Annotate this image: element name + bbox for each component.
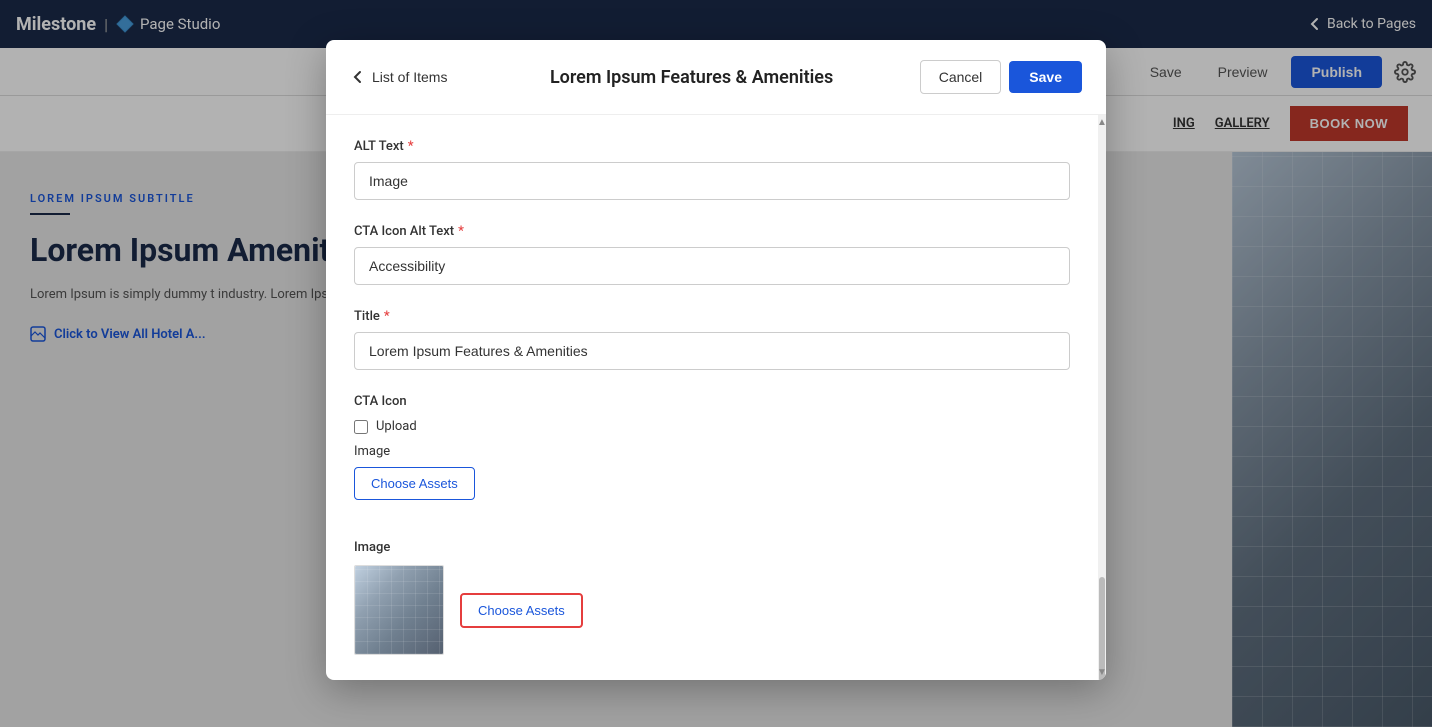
image-label: Image [354,540,1070,555]
title-group: Title * [354,309,1070,370]
modal-scrollbar[interactable]: ▲ ▼ [1098,115,1106,680]
spacer [354,524,1070,540]
cta-alt-required: * [458,224,464,239]
modal-overlay: List of Items Lorem Ipsum Features & Ame… [0,0,1432,727]
alt-text-label: ALT Text * [354,139,1070,154]
upload-checkbox[interactable] [354,420,368,434]
image-group: Image Choose Assets [354,540,1070,655]
image-thumbnail [354,565,444,655]
scrollbar-arrow-up[interactable]: ▲ [1097,117,1106,128]
upload-label: Upload [376,419,417,434]
modal-cancel-button[interactable]: Cancel [920,60,1002,94]
cta-icon-alt-text-group: CTA Icon Alt Text * [354,224,1070,285]
cta-choose-assets-button[interactable]: Choose Assets [354,467,475,500]
image-choose-assets-button[interactable]: Choose Assets [460,593,583,628]
cta-icon-label: CTA Icon [354,394,1070,409]
cta-icon-group: CTA Icon Upload Image Choose Assets [354,394,1070,500]
modal-body: ALT Text * CTA Icon Alt Text * [326,115,1098,680]
modal-back-button[interactable]: List of Items [350,69,447,85]
back-arrow-icon [350,69,366,85]
cta-icon-image-label: Image [354,444,1070,459]
cta-icon-alt-text-label: CTA Icon Alt Text * [354,224,1070,239]
modal-title: Lorem Ipsum Features & Amenities [463,67,919,88]
alt-text-input[interactable] [354,162,1070,200]
modal-header: List of Items Lorem Ipsum Features & Ame… [326,40,1106,115]
title-required: * [384,309,390,324]
modal-body-wrapper: ALT Text * CTA Icon Alt Text * [326,115,1106,680]
scrollbar-arrow-down[interactable]: ▼ [1097,667,1106,678]
upload-checkbox-row: Upload [354,419,1070,434]
title-input[interactable] [354,332,1070,370]
title-label: Title * [354,309,1070,324]
alt-text-required: * [408,139,414,154]
image-row: Choose Assets [354,565,1070,655]
image-thumb-grid [355,566,443,654]
scrollbar-thumb[interactable] [1099,577,1105,680]
alt-text-group: ALT Text * [354,139,1070,200]
modal-save-button[interactable]: Save [1009,61,1082,93]
cta-icon-alt-text-input[interactable] [354,247,1070,285]
edit-modal: List of Items Lorem Ipsum Features & Ame… [326,40,1106,680]
